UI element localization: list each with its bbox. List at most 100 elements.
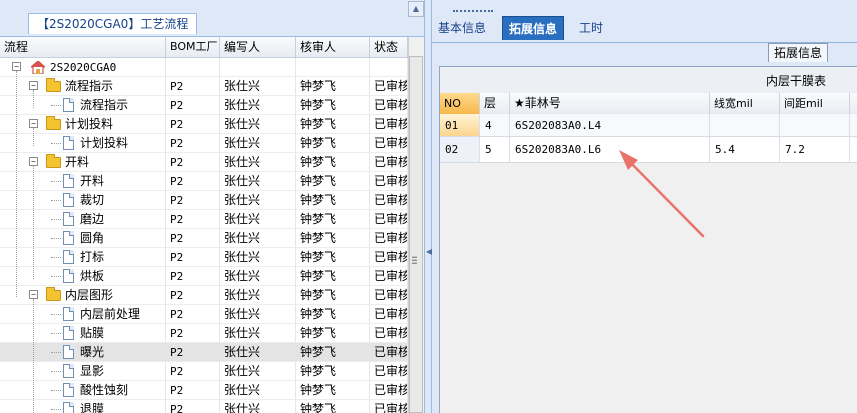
cell-bom[interactable]: P2	[166, 343, 220, 361]
tree-node[interactable]: 开料	[0, 172, 166, 190]
col-header-film[interactable]: ★菲林号	[510, 93, 710, 114]
cell-bom[interactable]: P2	[166, 153, 220, 171]
cell-status[interactable]: 已审核	[370, 343, 408, 361]
cell-reviewer[interactable]: 钟梦飞	[296, 96, 370, 114]
tree-row[interactable]: − 流程指示 P2 张仕兴 钟梦飞 已审核	[0, 77, 408, 96]
cell-reviewer[interactable]: 钟梦飞	[296, 248, 370, 266]
cell-bom[interactable]: P2	[166, 172, 220, 190]
tree-node[interactable]: − 内层图形	[0, 286, 166, 304]
panel-splitter[interactable]: ◀	[424, 0, 432, 413]
col-header-layer[interactable]: 层	[480, 93, 510, 114]
tree-row[interactable]: 贴膜 P2 张仕兴 钟梦飞 已审核	[0, 324, 408, 343]
cell-status[interactable]: 已审核	[370, 248, 408, 266]
collapse-toggle-icon[interactable]: −	[29, 157, 38, 166]
tree-row[interactable]: 磨边 P2 张仕兴 钟梦飞 已审核	[0, 210, 408, 229]
cell-writer[interactable]: 张仕兴	[220, 229, 296, 247]
tree-row[interactable]: − 开料 P2 张仕兴 钟梦飞 已审核	[0, 153, 408, 172]
cell-no[interactable]: 01	[440, 114, 480, 136]
tree-row[interactable]: 显影 P2 张仕兴 钟梦飞 已审核	[0, 362, 408, 381]
tree-node[interactable]: 打标	[0, 248, 166, 266]
tree-row[interactable]: 打标 P2 张仕兴 钟梦飞 已审核	[0, 248, 408, 267]
cell-bom[interactable]: P2	[166, 267, 220, 285]
cell-writer[interactable]: 张仕兴	[220, 191, 296, 209]
tree-row[interactable]: 裁切 P2 张仕兴 钟梦飞 已审核	[0, 191, 408, 210]
tree-row[interactable]: 流程指示 P2 张仕兴 钟梦飞 已审核	[0, 96, 408, 115]
collapse-toggle-icon[interactable]: −	[29, 290, 38, 299]
tree-node[interactable]: 裁切	[0, 191, 166, 209]
cell-status[interactable]: 已审核	[370, 324, 408, 342]
tree-node[interactable]: 圆角	[0, 229, 166, 247]
tree-node[interactable]: 曝光	[0, 343, 166, 361]
cell-bom[interactable]: P2	[166, 210, 220, 228]
cell-bom[interactable]: P2	[166, 305, 220, 323]
col-header-spacing[interactable]: 间距mil	[780, 93, 850, 114]
cell-writer[interactable]: 张仕兴	[220, 305, 296, 323]
cell-writer[interactable]: 张仕兴	[220, 96, 296, 114]
collapse-toggle-icon[interactable]: −	[29, 81, 38, 90]
tree-row[interactable]: 开料 P2 张仕兴 钟梦飞 已审核	[0, 172, 408, 191]
tree-row[interactable]: 内层前处理 P2 张仕兴 钟梦飞 已审核	[0, 305, 408, 324]
cell-width[interactable]: 5.4	[710, 137, 780, 162]
cell-reviewer[interactable]: 钟梦飞	[296, 362, 370, 380]
table-row[interactable]: 02 5 6S202083A0.L6 5.4 7.2	[440, 137, 857, 163]
cell-reviewer[interactable]: 钟梦飞	[296, 400, 370, 413]
tree-row[interactable]: − 2S2020CGA0	[0, 58, 408, 77]
cell-writer[interactable]	[220, 58, 296, 76]
cell-reviewer[interactable]: 钟梦飞	[296, 381, 370, 399]
cell-status[interactable]: 已审核	[370, 134, 408, 152]
cell-status[interactable]: 已审核	[370, 381, 408, 399]
tree-node[interactable]: − 2S2020CGA0	[0, 58, 166, 76]
tree-node[interactable]: 流程指示	[0, 96, 166, 114]
cell-bom[interactable]: P2	[166, 381, 220, 399]
cell-writer[interactable]: 张仕兴	[220, 248, 296, 266]
cell-writer[interactable]: 张仕兴	[220, 286, 296, 304]
tree-node[interactable]: − 开料	[0, 153, 166, 171]
cell-bom[interactable]: P2	[166, 191, 220, 209]
cell-film[interactable]: 6S202083A0.L4	[510, 114, 710, 136]
cell-bom[interactable]: P2	[166, 248, 220, 266]
cell-writer[interactable]: 张仕兴	[220, 343, 296, 361]
cell-writer[interactable]: 张仕兴	[220, 381, 296, 399]
cell-spacing[interactable]	[780, 114, 850, 136]
cell-layer[interactable]: 5	[480, 137, 510, 162]
tree-row[interactable]: 酸性蚀刻 P2 张仕兴 钟梦飞 已审核	[0, 381, 408, 400]
tree-scrollbar-thumb[interactable]	[409, 56, 423, 413]
cell-reviewer[interactable]	[296, 58, 370, 76]
cell-reviewer[interactable]: 钟梦飞	[296, 210, 370, 228]
cell-writer[interactable]: 张仕兴	[220, 400, 296, 413]
cell-width[interactable]	[710, 114, 780, 136]
tree-node[interactable]: 显影	[0, 362, 166, 380]
cell-bom[interactable]: P2	[166, 362, 220, 380]
cell-layer[interactable]: 4	[480, 114, 510, 136]
tree-node[interactable]: 退膜	[0, 400, 166, 413]
tree-node[interactable]: 磨边	[0, 210, 166, 228]
cell-reviewer[interactable]: 钟梦飞	[296, 153, 370, 171]
cell-status[interactable]: 已审核	[370, 267, 408, 285]
cell-status[interactable]: 已审核	[370, 172, 408, 190]
tree-node[interactable]: 烘板	[0, 267, 166, 285]
cell-reviewer[interactable]: 钟梦飞	[296, 305, 370, 323]
cell-bom[interactable]	[166, 58, 220, 76]
tree-row[interactable]: − 内层图形 P2 张仕兴 钟梦飞 已审核	[0, 286, 408, 305]
col-header-width[interactable]: 线宽mil	[710, 93, 780, 114]
tree-node[interactable]: 计划投料	[0, 134, 166, 152]
subtab-extended-info[interactable]: 拓展信息	[768, 43, 829, 62]
cell-reviewer[interactable]: 钟梦飞	[296, 267, 370, 285]
process-flow-title[interactable]: 【2S2020CGA0】工艺流程	[28, 13, 198, 34]
col-header-status[interactable]: 状态	[370, 37, 408, 57]
drag-grip-icon[interactable]	[453, 10, 493, 15]
cell-writer[interactable]: 张仕兴	[220, 267, 296, 285]
cell-writer[interactable]: 张仕兴	[220, 77, 296, 95]
col-header-reviewer[interactable]: 核审人	[296, 37, 370, 57]
cell-status[interactable]: 已审核	[370, 115, 408, 133]
cell-writer[interactable]: 张仕兴	[220, 172, 296, 190]
tree-row[interactable]: 烘板 P2 张仕兴 钟梦飞 已审核	[0, 267, 408, 286]
tree-row[interactable]: − 计划投料 P2 张仕兴 钟梦飞 已审核	[0, 115, 408, 134]
cell-reviewer[interactable]: 钟梦飞	[296, 191, 370, 209]
col-header-flow[interactable]: 流程	[0, 37, 166, 57]
tree-row[interactable]: 圆角 P2 张仕兴 钟梦飞 已审核	[0, 229, 408, 248]
cell-bom[interactable]: P2	[166, 96, 220, 114]
col-header-writer[interactable]: 编写人	[220, 37, 296, 57]
tree-row[interactable]: 曝光 P2 张仕兴 钟梦飞 已审核	[0, 343, 408, 362]
cell-status[interactable]: 已审核	[370, 286, 408, 304]
